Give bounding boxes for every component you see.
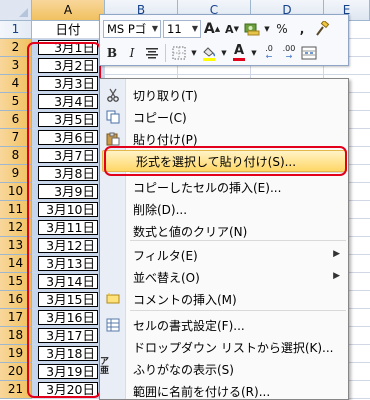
menu-item-icon-slot bbox=[100, 380, 126, 400]
bold-button[interactable]: B bbox=[103, 43, 121, 63]
menu-item-label: セルの書式設定(F)... bbox=[133, 318, 245, 333]
select-all-triangle-icon bbox=[19, 8, 28, 17]
submenu-arrow-icon: ▶ bbox=[333, 249, 340, 259]
row-header-1[interactable]: 1 bbox=[0, 21, 32, 39]
shrink-font-button[interactable]: A ▼ bbox=[223, 19, 241, 39]
separator bbox=[165, 44, 166, 62]
currency-format-button[interactable] bbox=[243, 19, 261, 39]
menu-item-label: フィルタ(E) bbox=[133, 248, 198, 263]
menu-item-icon-slot bbox=[100, 220, 126, 242]
font-color-letter: A bbox=[233, 43, 245, 58]
menu-item-label: 貼り付け(P) bbox=[133, 132, 198, 147]
font-size-value: 11 bbox=[167, 22, 182, 36]
italic-button[interactable]: I bbox=[123, 43, 141, 63]
submenu-arrow-icon: ▶ bbox=[333, 271, 340, 281]
menu-item-11[interactable]: セルの書式設定(F)... bbox=[100, 314, 348, 336]
font-color-button[interactable]: A bbox=[230, 43, 248, 63]
currency-icon bbox=[244, 23, 260, 36]
menu-item-label: 削除(D)... bbox=[133, 202, 188, 217]
phonetic-side-label: ア亜 bbox=[100, 357, 110, 376]
menu-item-label: 範囲に名前を付ける(R)... bbox=[133, 384, 271, 399]
borders-icon bbox=[172, 46, 186, 60]
decrease-decimal-button[interactable]: .00 → bbox=[280, 43, 298, 63]
menu-item-8[interactable]: フィルタ(E) ▶ bbox=[100, 244, 348, 266]
borders-button[interactable] bbox=[170, 43, 188, 63]
menu-item-6[interactable]: 削除(D)... bbox=[100, 198, 348, 220]
percent-button[interactable]: % bbox=[273, 19, 291, 39]
chevron-down-icon: ▼ bbox=[191, 24, 199, 33]
menu-separator bbox=[130, 310, 346, 311]
fill-color-dropdown[interactable]: ▼ bbox=[220, 43, 228, 63]
date-range-highlight bbox=[27, 42, 101, 398]
menu-item-label: コメントの挿入(M) bbox=[133, 292, 237, 307]
menu-item-12[interactable]: ドロップダウン リストから選択(K)... bbox=[100, 336, 348, 358]
comment-icon bbox=[100, 288, 126, 310]
menu-item-icon-slot bbox=[100, 244, 126, 266]
increase-decimal-arrow-icon: ← bbox=[265, 52, 273, 61]
format-cells-icon bbox=[100, 314, 126, 336]
menu-item-icon-slot bbox=[100, 266, 126, 288]
font-name-select[interactable]: MS Pゴ ▼ bbox=[103, 20, 161, 38]
currency-dropdown[interactable]: ▼ bbox=[263, 19, 271, 39]
scissors-icon bbox=[100, 84, 126, 106]
context-menu: 切り取り(T) コピー(C) 貼り付け(P) 形式を選択して貼り付け(S)... コピー… bbox=[99, 78, 349, 400]
menu-item-2[interactable]: コピー(C) bbox=[100, 106, 348, 128]
menu-item-14[interactable]: 範囲に名前を付ける(R)... bbox=[100, 380, 348, 400]
mini-toolbar-row-1: MS Pゴ ▼ 11 ▼ A ▲ A ▼ ▼ % , bbox=[103, 18, 331, 40]
chevron-down-icon: ▼ bbox=[191, 49, 197, 57]
menu-item-1[interactable]: 切り取り(T) bbox=[100, 84, 348, 106]
merge-center-button[interactable] bbox=[300, 43, 318, 63]
menu-item-10[interactable]: コメントの挿入(M) bbox=[100, 288, 348, 310]
menu-item-label: 切り取り(T) bbox=[133, 88, 198, 103]
menu-item-icon-slot bbox=[100, 176, 126, 198]
shrink-font-arrow-icon: ▼ bbox=[233, 25, 239, 33]
font-name-value: MS Pゴ bbox=[107, 22, 147, 36]
align-center-button[interactable] bbox=[143, 43, 161, 63]
decrease-decimal-arrow-icon: → bbox=[285, 52, 293, 61]
menu-item-7[interactable]: 数式と値のクリア(N) bbox=[100, 220, 348, 242]
select-all-corner[interactable] bbox=[0, 0, 32, 21]
font-color-swatch bbox=[233, 58, 245, 61]
borders-dropdown[interactable]: ▼ bbox=[190, 43, 198, 63]
mini-toolbar-row-2: B I ▼ ▼ A ▼ .0 ← .00 → bbox=[103, 42, 318, 64]
increase-decimal-button[interactable]: .0 ← bbox=[260, 43, 278, 63]
chevron-down-icon: ▼ bbox=[221, 49, 227, 57]
font-color-dropdown[interactable]: ▼ bbox=[250, 43, 258, 63]
menu-item-13[interactable]: ふりがなの表示(S) bbox=[100, 358, 348, 380]
grow-font-button[interactable]: A ▲ bbox=[203, 19, 221, 39]
menu-item-icon-slot bbox=[100, 198, 126, 220]
paste-special-highlight bbox=[104, 146, 347, 176]
fill-color-button[interactable] bbox=[200, 43, 218, 63]
paint-bucket-icon bbox=[203, 46, 216, 57]
menu-item-label: ドロップダウン リストから選択(K)... bbox=[133, 340, 334, 355]
fill-color-swatch bbox=[203, 57, 215, 61]
menu-item-label: 並べ替え(O) bbox=[133, 270, 200, 285]
chevron-down-icon: ▼ bbox=[151, 24, 159, 33]
align-center-icon bbox=[146, 48, 158, 59]
menu-item-label: コピーしたセルの挿入(E)... bbox=[133, 180, 282, 195]
font-size-select[interactable]: 11 ▼ bbox=[163, 20, 201, 38]
column-header-a[interactable]: A bbox=[32, 0, 105, 21]
menu-item-9[interactable]: 並べ替え(O) ▶ bbox=[100, 266, 348, 288]
menu-separator bbox=[130, 240, 346, 241]
copy-icon bbox=[100, 106, 126, 128]
mini-toolbar: MS Pゴ ▼ 11 ▼ A ▲ A ▼ ▼ % , B I ▼ ▼ A ▼ .… bbox=[99, 14, 349, 66]
cell-a1-header[interactable]: 日付 bbox=[32, 21, 105, 39]
format-painter-icon bbox=[316, 21, 330, 36]
shrink-font-letter: A bbox=[225, 22, 234, 36]
merge-center-icon bbox=[301, 46, 317, 60]
chevron-down-icon: ▼ bbox=[264, 25, 270, 33]
grow-font-arrow-icon: ▲ bbox=[214, 25, 221, 33]
chevron-down-icon: ▼ bbox=[251, 49, 257, 57]
menu-item-icon-slot bbox=[100, 336, 126, 358]
menu-item-label: 数式と値のクリア(N) bbox=[133, 224, 248, 239]
menu-item-5[interactable]: コピーしたセルの挿入(E)... bbox=[100, 176, 348, 198]
comma-button[interactable]: , bbox=[293, 19, 311, 39]
format-painter-button[interactable] bbox=[313, 19, 331, 39]
menu-item-label: コピー(C) bbox=[133, 110, 187, 125]
grow-font-letter: A bbox=[203, 21, 215, 37]
menu-item-label: ふりがなの表示(S) bbox=[133, 362, 234, 377]
